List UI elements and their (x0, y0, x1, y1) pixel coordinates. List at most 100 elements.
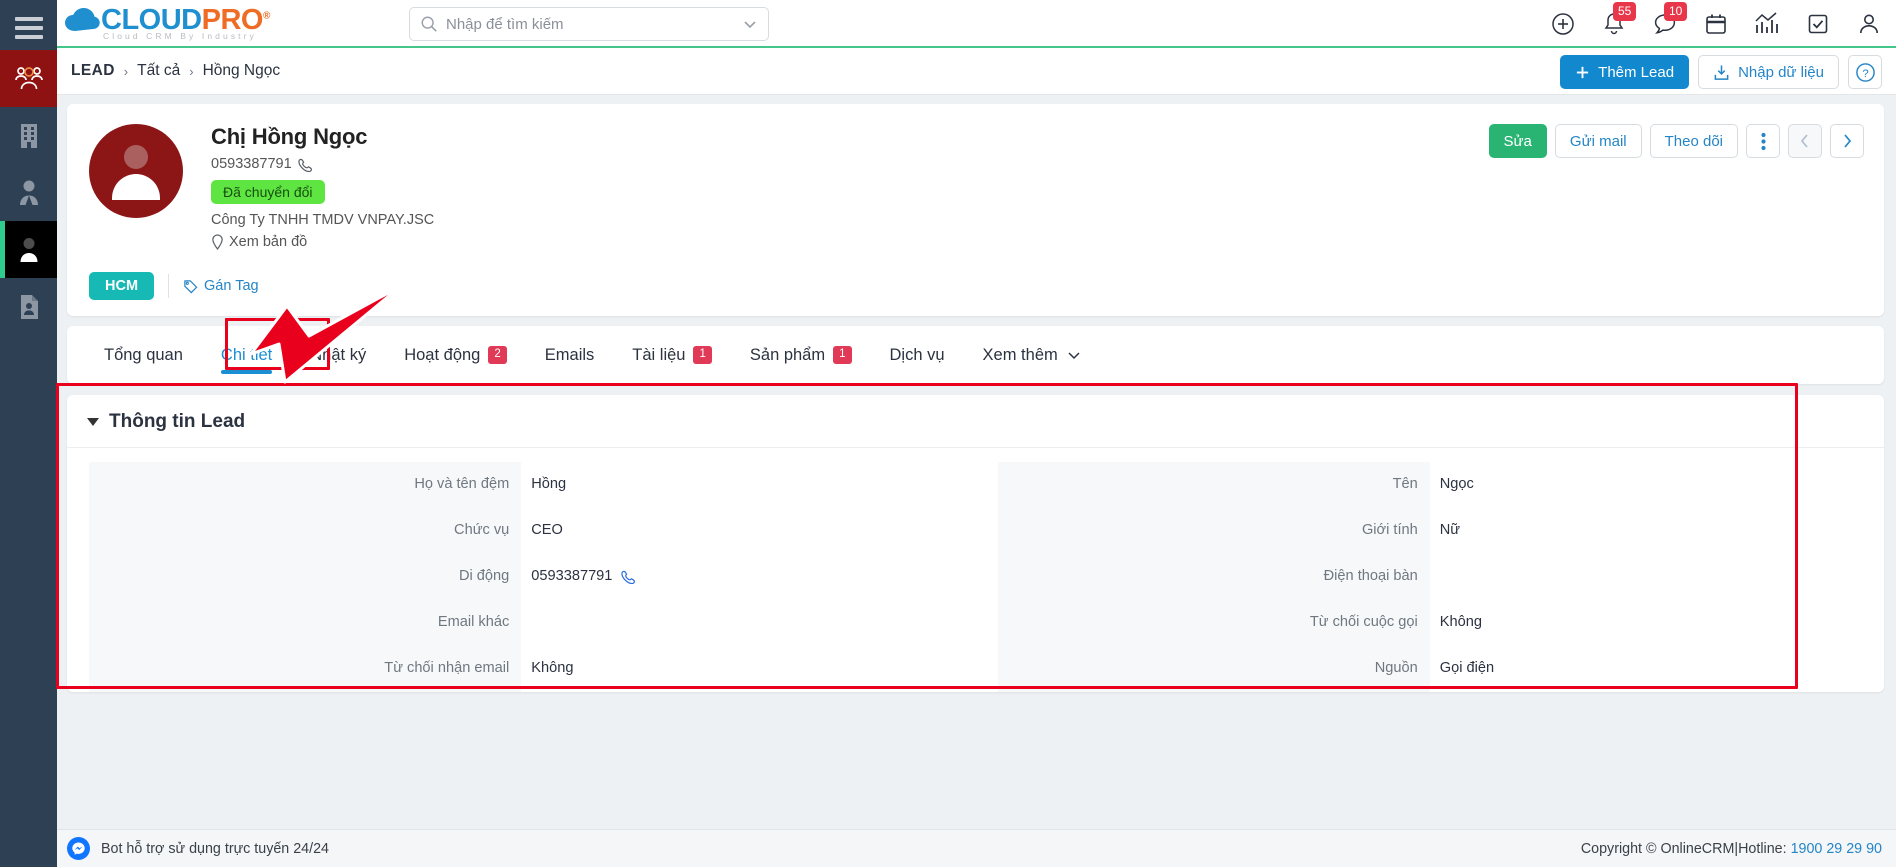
tab-san-pham[interactable]: Sản phẩm 1 (731, 326, 871, 384)
hotline-number[interactable]: 1900 29 29 90 (1791, 841, 1882, 857)
field-value[interactable] (521, 600, 953, 646)
field-value[interactable]: Gọi điện (1430, 646, 1862, 692)
app-root: CLOUDPRO® Cloud CRM By Industry Nhập để … (0, 0, 1896, 867)
sidebar-item-company[interactable] (0, 107, 57, 164)
view-map-link[interactable]: Xem bản đồ (211, 234, 1864, 250)
field-value[interactable]: 0593387791 (521, 554, 953, 600)
task-check-icon[interactable] (1805, 11, 1831, 37)
import-data-button[interactable]: Nhập dữ liệu (1698, 55, 1839, 89)
phone-icon[interactable] (621, 569, 636, 584)
field-value-text: Không (531, 660, 574, 676)
field-row: Giới tính Nữ (997, 508, 1863, 554)
lead-profile-card: Chị Hồng Ngọc 0593387791 Đã chuyển đổi C… (67, 104, 1884, 316)
view-map-label: Xem bản đồ (229, 234, 308, 250)
tab-label: Tài liệu (632, 345, 686, 364)
follow-button[interactable]: Theo dõi (1649, 124, 1738, 158)
logo-registered-mark: ® (262, 10, 270, 22)
messenger-icon (67, 837, 90, 860)
field-value[interactable]: CEO (521, 508, 953, 554)
tab-badge: 1 (833, 346, 852, 364)
field-label: Email khác (89, 600, 522, 646)
next-record-button[interactable] (1830, 124, 1864, 158)
id-card-icon (18, 293, 40, 321)
left-sidebar (0, 0, 57, 867)
user-account-icon[interactable] (1856, 11, 1882, 37)
global-search[interactable] (409, 7, 769, 41)
assign-tag-label: Gán Tag (204, 278, 259, 294)
breadcrumb-module[interactable]: LEAD (71, 62, 115, 80)
send-mail-button[interactable]: Gửi mail (1554, 124, 1642, 158)
field-value-text: Hồng (531, 476, 567, 492)
cloud-logo-icon (65, 7, 100, 31)
chat-icon[interactable]: 10 (1652, 2, 1688, 37)
breadcrumb-item-all[interactable]: Tất cả (137, 62, 180, 80)
status-badge: Đã chuyển đổi (211, 180, 325, 204)
help-button[interactable]: ? (1848, 55, 1882, 89)
import-data-label: Nhập dữ liệu (1738, 63, 1824, 81)
sidebar-item-contacts[interactable] (0, 164, 57, 221)
sidebar-item-customers[interactable] (0, 50, 57, 107)
field-label: Họ và tên đệm (89, 462, 522, 508)
assign-tag-button[interactable]: Gán Tag (183, 278, 259, 294)
avatar (89, 124, 183, 218)
add-circle-icon[interactable] (1550, 11, 1576, 37)
bell-icon[interactable]: 55 (1601, 2, 1637, 37)
tab-tai-lieu[interactable]: Tài liệu 1 (613, 326, 731, 384)
triangle-down-icon[interactable] (87, 418, 99, 426)
search-input[interactable] (446, 15, 742, 33)
field-value[interactable]: Ngọc (1430, 462, 1862, 508)
edit-button[interactable]: Sửa (1488, 124, 1547, 158)
menu-icon[interactable] (0, 6, 57, 50)
breadcrumb-separator: › (189, 63, 194, 79)
section-header[interactable]: Thông tin Lead (67, 395, 1884, 448)
more-actions-button[interactable] (1746, 124, 1780, 158)
field-value[interactable] (1430, 554, 1862, 600)
field-value[interactable]: Không (521, 646, 953, 692)
field-label: Nguồn (997, 646, 1430, 692)
field-value[interactable]: Nữ (1430, 508, 1862, 554)
field-value[interactable]: Không (1430, 600, 1862, 646)
field-grid: Họ và tên đệm Hồng Chức vụ CEO Di động 0… (67, 448, 1884, 692)
tab-tong-quan[interactable]: Tổng quan (85, 326, 202, 384)
phone-icon[interactable] (297, 157, 313, 172)
page-action-group: Thêm Lead Nhập dữ liệu ? (1560, 55, 1882, 89)
support-bot-link[interactable]: Bot hỗ trợ sử dụng trực tuyến 24/24 (67, 837, 329, 860)
field-value-text: Nữ (1439, 522, 1461, 538)
vertical-dots-icon (1760, 132, 1766, 150)
tab-nhat-ky[interactable]: Nhật ký (291, 326, 385, 384)
sidebar-item-documents[interactable] (0, 278, 57, 335)
footer: Bot hỗ trợ sử dụng trực tuyến 24/24 Copy… (57, 829, 1896, 867)
field-column-left: Họ và tên đệm Hồng Chức vụ CEO Di động 0… (67, 462, 976, 692)
tab-label: Chi tiết (220, 345, 273, 364)
field-row: Email khác (89, 600, 954, 646)
top-header: CLOUDPRO® Cloud CRM By Industry Nhập để … (57, 0, 1896, 48)
tab-dich-vu[interactable]: Dịch vụ (871, 326, 964, 384)
tab-chi-tiet[interactable]: Chi tiết (202, 326, 291, 384)
field-value-text: Ngọc (1439, 476, 1474, 492)
field-row: Nguồn Gọi điện (997, 646, 1863, 692)
profile-phone: 0593387791 (211, 156, 1864, 172)
sidebar-item-leads[interactable] (0, 221, 57, 278)
people-group-icon (14, 66, 44, 92)
chart-icon[interactable] (1754, 11, 1780, 37)
support-bot-label: Bot hỗ trợ sử dụng trực tuyến 24/24 (101, 840, 330, 857)
profile-action-group: Sửa Gửi mail Theo dõi (1488, 124, 1864, 158)
chat-badge: 10 (1664, 2, 1688, 21)
tab-hoat-dong[interactable]: Hoạt động 2 (385, 326, 526, 384)
add-lead-label: Thêm Lead (1598, 63, 1675, 81)
field-label: Điện thoại bàn (997, 554, 1430, 600)
person-icon (16, 236, 42, 264)
chevron-down-icon[interactable] (742, 16, 758, 32)
tag-hcm[interactable]: HCM (89, 272, 155, 300)
prev-record-button[interactable] (1788, 124, 1822, 158)
app-logo[interactable]: CLOUDPRO® Cloud CRM By Industry (65, 5, 270, 41)
field-value[interactable]: Hồng (521, 462, 953, 508)
lead-detail-panel: Thông tin Lead Họ và tên đệm Hồng Chức v… (67, 395, 1884, 692)
tab-xem-them[interactable]: Xem thêm (964, 326, 1101, 384)
tab-label: Nhật ký (310, 345, 367, 364)
field-value-text: CEO (531, 522, 563, 538)
calendar-icon[interactable] (1703, 11, 1729, 37)
add-lead-button[interactable]: Thêm Lead (1560, 55, 1690, 89)
tab-emails[interactable]: Emails (526, 326, 614, 384)
field-row: Chức vụ CEO (89, 508, 954, 554)
